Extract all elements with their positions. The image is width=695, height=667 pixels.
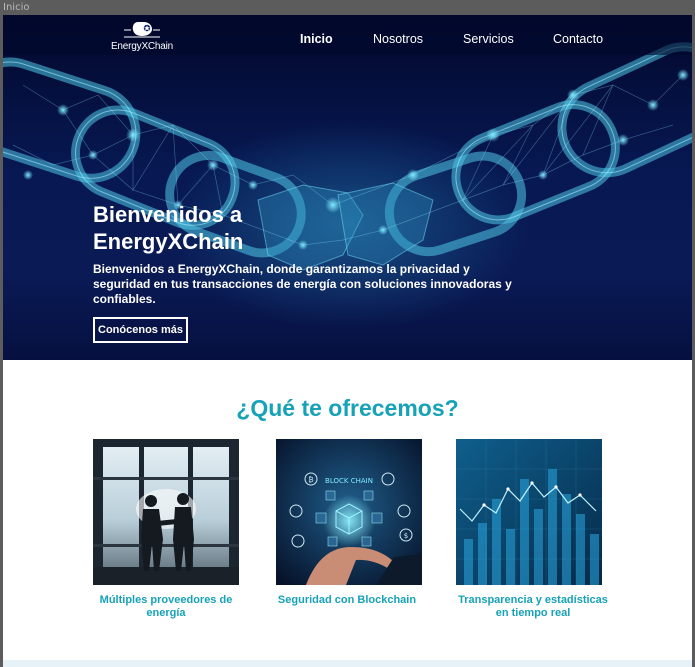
svg-text:$: $ <box>404 532 408 540</box>
handshake-image <box>93 439 239 585</box>
blockchain-image: BLOCK CHAIN ₿ $ <box>276 439 422 585</box>
nav-nosotros[interactable]: Nosotros <box>373 30 423 48</box>
service-caption-providers: Múltiples proveedores de energía <box>99 594 233 619</box>
nav-inicio[interactable]: Inicio <box>300 30 333 48</box>
blockchain-chain-illustration <box>3 15 692 271</box>
blockchain-label: BLOCK CHAIN <box>325 477 373 485</box>
next-section-strip <box>3 660 692 667</box>
learn-more-button[interactable]: Conócenos más <box>93 317 188 343</box>
hero-title: Bienvenidos a EnergyXChain <box>93 202 244 254</box>
svg-text:₿: ₿ <box>308 476 313 484</box>
window-title: Inicio <box>0 0 695 15</box>
logo[interactable]: EnergyXChain <box>107 20 177 56</box>
hero-banner: EnergyXChain Inicio Nosotros Servicios C… <box>3 15 692 360</box>
hero-subtitle: Bienvenidos a EnergyXChain, donde garant… <box>93 262 512 306</box>
services-title: ¿Qué te ofrecemos? <box>236 395 459 421</box>
page: EnergyXChain Inicio Nosotros Servicios C… <box>3 15 692 667</box>
nav-servicios[interactable]: Servicios <box>463 30 514 48</box>
logo-icon <box>124 22 160 38</box>
service-caption-blockchain: Seguridad con Blockchain <box>277 594 417 606</box>
logo-text: EnergyXChain <box>110 41 174 52</box>
service-caption-transparency: Transparencia y estadísticas en tiempo r… <box>458 594 608 619</box>
nav-contacto[interactable]: Contacto <box>553 30 603 48</box>
stats-chart-image <box>456 439 602 585</box>
